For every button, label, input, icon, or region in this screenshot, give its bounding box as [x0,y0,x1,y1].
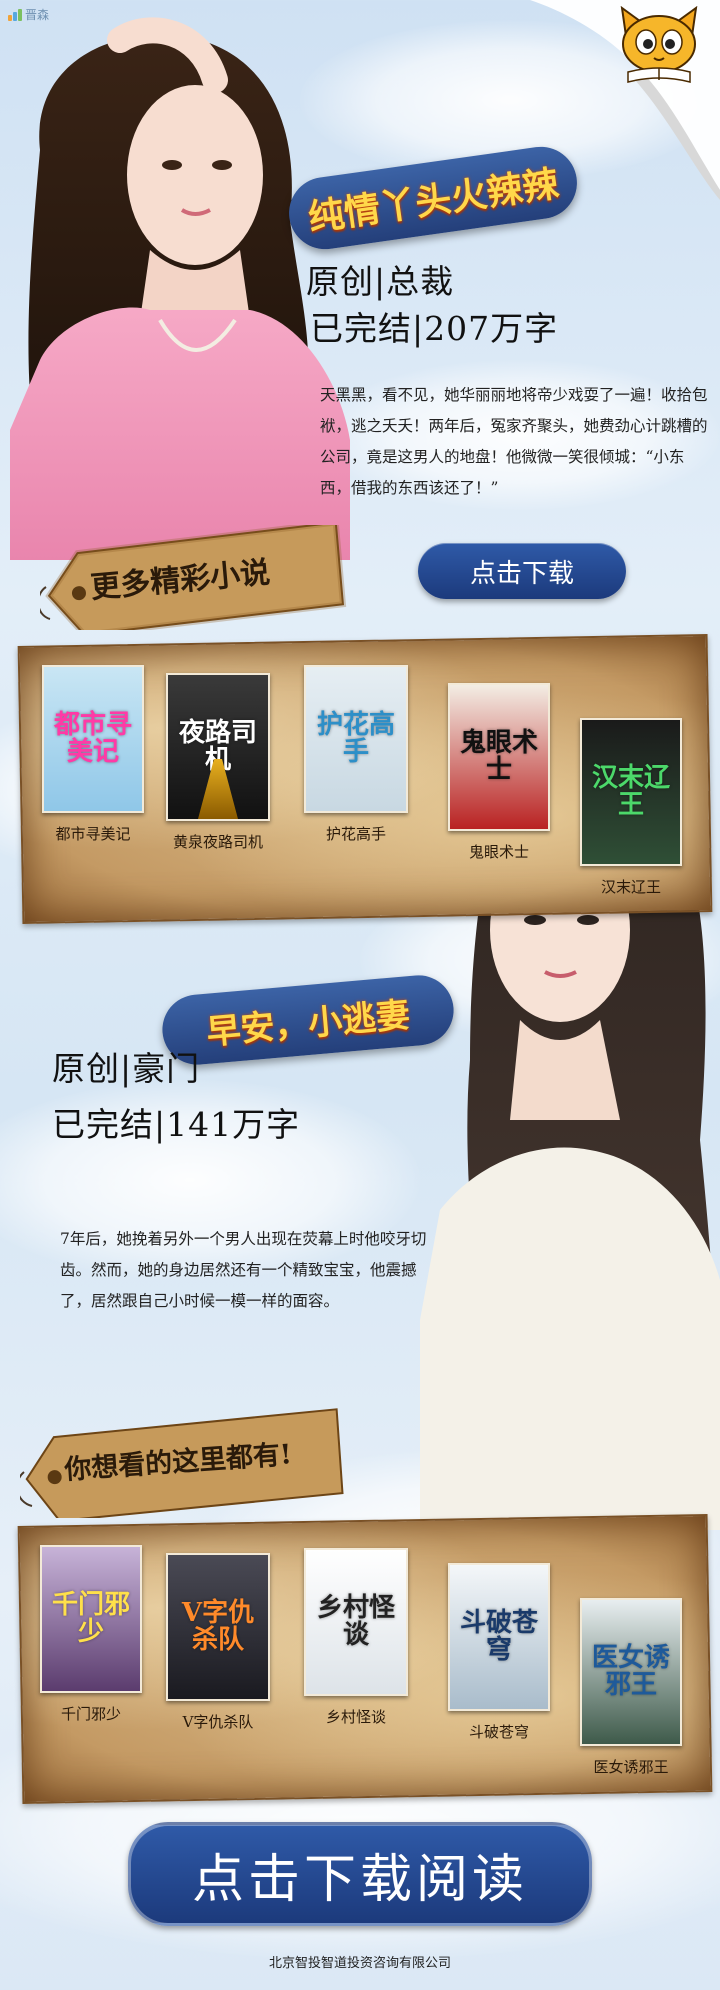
book-title[interactable]: 千门邪少 [40,1703,142,1724]
book-item[interactable]: V字仇杀队 V字仇杀队 [166,1553,270,1732]
download-button-small[interactable]: 点击下载 [418,543,626,599]
book-title[interactable]: V字仇杀队 [166,1711,270,1732]
book-title[interactable]: 都市寻美记 [42,823,144,844]
book-cover[interactable]: 鬼眼术士 [448,683,550,831]
book-cover[interactable]: 医女诱邪王 [580,1598,682,1746]
book-cover[interactable]: V字仇杀队 [166,1553,270,1701]
book-cover[interactable]: 汉末辽王 [580,718,682,866]
book-cover[interactable]: 乡村怪谈 [304,1548,408,1696]
book-item[interactable]: 鬼眼术士 鬼眼术士 [448,683,550,862]
featured-description-2: 7年后，她挽着另外一个男人出现在荧幕上时他咬牙切齿。然而，她的身边居然还有一个精… [60,1230,427,1310]
book-item[interactable]: 医女诱邪王 医女诱邪王 [580,1598,682,1777]
book-title[interactable]: 黄泉夜路司机 [166,831,270,852]
book-title[interactable]: 乡村怪谈 [304,1706,408,1727]
featured-status-2: 已完结|141万字 [52,1105,301,1144]
book-title[interactable]: 护花高手 [304,823,408,844]
book-cover[interactable]: 都市寻美记 [42,665,144,813]
cat-mascot-icon [620,6,698,83]
book-cover[interactable]: 斗破苍穹 [448,1563,550,1711]
book-item[interactable]: 乡村怪谈 乡村怪谈 [304,1548,408,1727]
featured-title-2[interactable]: 早安，小逃妻 [159,972,457,1068]
book-item[interactable]: 都市寻美记 都市寻美记 [42,665,144,844]
footer-company: 北京智投智道投资咨询有限公司 [268,1956,451,1971]
book-cover[interactable]: 护花高手 [304,665,408,813]
book-item[interactable]: 护花高手 护花高手 [304,665,408,844]
featured-status-1: 已完结|207万字 [310,309,559,348]
book-item[interactable]: 汉末辽王 汉末辽王 [580,718,682,897]
book-cover[interactable]: 夜路司机 [166,673,270,821]
book-title[interactable]: 医女诱邪王 [580,1756,682,1777]
book-item[interactable]: 千门邪少 千门邪少 [40,1545,142,1724]
book-cover[interactable]: 千门邪少 [40,1545,142,1693]
book-title[interactable]: 斗破苍穹 [448,1721,550,1742]
featured-genre-2: 原创|豪门 [52,1049,201,1088]
featured-genre-1: 原创|总裁 [306,262,455,301]
download-read-button[interactable]: 点击下载阅读 [128,1822,592,1926]
book-title[interactable]: 汉末辽王 [580,876,682,897]
book-item[interactable]: 夜路司机 黄泉夜路司机 [166,673,270,852]
book-title[interactable]: 鬼眼术士 [448,841,550,862]
book-item[interactable]: 斗破苍穹 斗破苍穹 [448,1563,550,1742]
featured-description-1: 天黑黑，看不见，她华丽丽地将帝少戏耍了一遍！收拾包袱，逃之夭夭！两年后，冤家齐聚… [320,386,708,497]
